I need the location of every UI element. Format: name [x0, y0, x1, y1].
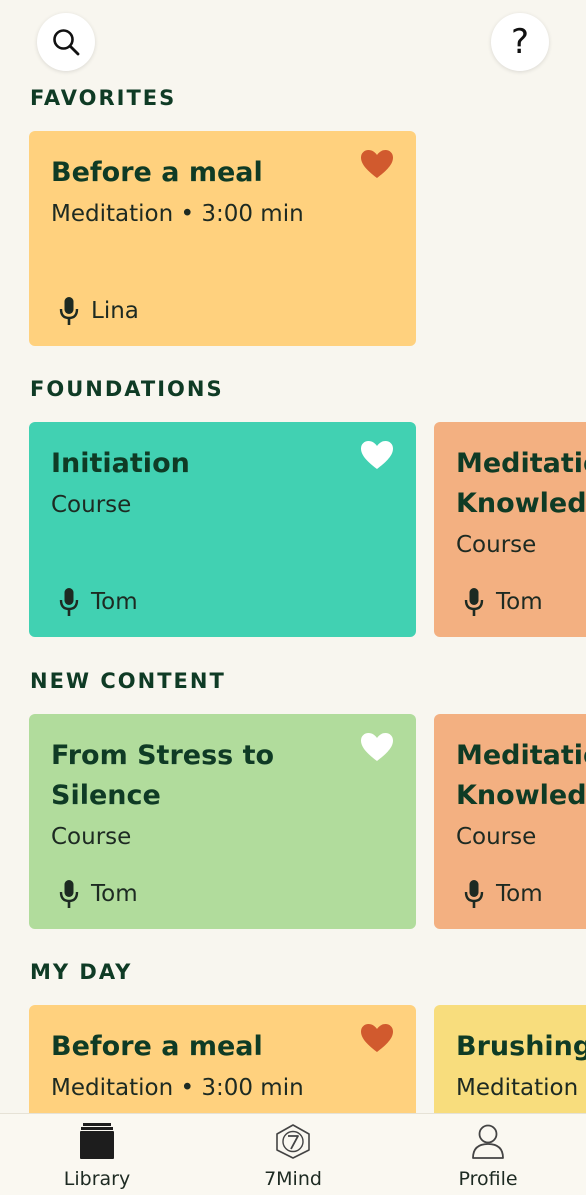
help-button[interactable]: ? [491, 13, 549, 71]
card-subtitle: Course [51, 492, 132, 518]
card-brushing-your-teeth[interactable]: Brushing your teeth Meditation [434, 1005, 586, 1113]
card-subtitle: Meditation • 3:00 min [51, 1075, 304, 1101]
card-narrator: Tom [464, 879, 543, 909]
card-title: Brushing your teeth [456, 1031, 586, 1062]
narrator-name: Tom [91, 589, 138, 615]
card-subtitle: Course [456, 824, 537, 850]
card-from-stress-to-silence[interactable]: From Stress to Silence Course Tom [29, 714, 416, 929]
card-title: Initiation [51, 448, 190, 479]
heart-filled-icon[interactable] [360, 149, 394, 179]
heart-outline-icon[interactable] [360, 440, 394, 470]
card-meditation-knowledge[interactable]: Meditation Knowledge Course Tom [434, 714, 586, 929]
heart-outline-icon[interactable] [360, 732, 394, 762]
narrator-name: Tom [496, 881, 543, 907]
tab-label: Library [63, 1168, 131, 1190]
profile-icon [472, 1124, 504, 1159]
tab-7mind[interactable]: 7Mind [223, 1122, 363, 1190]
section-title-new-content: NEW CONTENT [30, 669, 226, 693]
card-narrator: Lina [59, 296, 139, 326]
heart-filled-icon[interactable] [360, 1023, 394, 1053]
microphone-icon [59, 588, 79, 616]
narrator-name: Tom [496, 589, 543, 615]
card-subtitle: Course [456, 532, 537, 558]
microphone-icon [59, 880, 79, 908]
library-icon [80, 1123, 114, 1159]
card-subtitle: Meditation • 3:00 min [51, 201, 304, 227]
microphone-icon [464, 588, 484, 616]
tab-library[interactable]: Library [27, 1122, 167, 1190]
bottom-tab-bar: Library 7Mind Profile [0, 1113, 586, 1195]
card-before-a-meal[interactable]: Before a meal Meditation • 3:00 min [29, 1005, 416, 1113]
card-before-a-meal[interactable]: Before a meal Meditation • 3:00 min Lina [29, 131, 416, 346]
section-title-foundations: FOUNDATIONS [30, 377, 224, 401]
narrator-name: Lina [91, 298, 139, 324]
tab-profile[interactable]: Profile [418, 1122, 558, 1190]
narrator-name: Tom [91, 881, 138, 907]
favorites-row: Before a meal Meditation • 3:00 min Lina [0, 131, 586, 346]
card-narrator: Tom [59, 879, 138, 909]
section-title-my-day: MY DAY [30, 960, 133, 984]
search-icon [53, 29, 80, 56]
microphone-icon [59, 297, 79, 325]
card-subtitle: Meditation [456, 1075, 579, 1101]
section-title-favorites: FAVORITES [30, 86, 177, 110]
question-mark-icon: ? [510, 22, 530, 62]
card-title: From Stress to Silence [51, 740, 275, 811]
card-meditation-knowledge[interactable]: Meditation Knowledge Course Tom [434, 422, 586, 637]
card-title: Meditation Knowledge [456, 448, 586, 519]
card-title: Meditation Knowledge [456, 740, 586, 811]
my-day-row: Before a meal Meditation • 3:00 min Brus… [0, 1005, 586, 1113]
search-button[interactable] [37, 13, 95, 71]
card-subtitle: Course [51, 824, 132, 850]
card-initiation[interactable]: Initiation Course Tom [29, 422, 416, 637]
foundations-row: Initiation Course Tom Meditation Knowled… [0, 422, 586, 637]
card-narrator: Tom [464, 587, 543, 617]
microphone-icon [464, 880, 484, 908]
seven-mind-logo-icon [276, 1124, 310, 1159]
tab-label: 7Mind [264, 1168, 322, 1190]
new-content-row: From Stress to Silence Course Tom Medita… [0, 714, 586, 929]
card-title: Before a meal [51, 157, 263, 188]
card-narrator: Tom [59, 587, 138, 617]
tab-label: Profile [458, 1168, 518, 1190]
card-title: Before a meal [51, 1031, 263, 1062]
